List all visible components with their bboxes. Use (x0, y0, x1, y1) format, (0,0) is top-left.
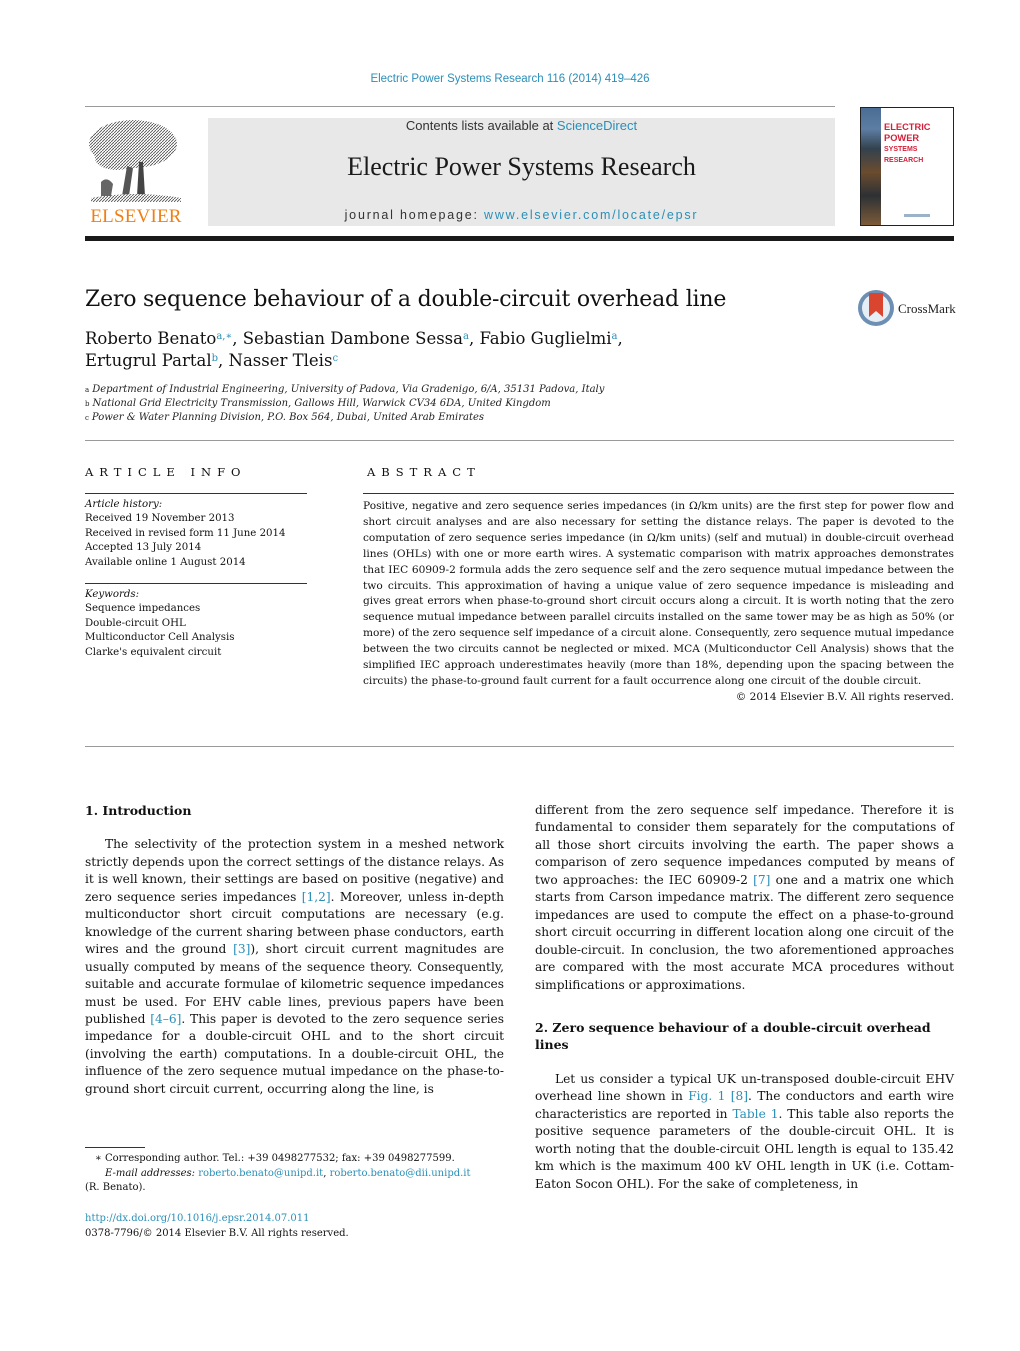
keywords: Keywords: Sequence impedances Double-cir… (85, 588, 315, 660)
author-name[interactable]: Sebastian Dambone Sessa (243, 329, 463, 348)
author-list: Roberto Benatoa,∗, Sebastian Dambone Ses… (85, 328, 785, 372)
abstract-text: Positive, negative and zero sequence ser… (363, 500, 954, 687)
article-title: Zero sequence behaviour of a double-circ… (85, 287, 727, 312)
footnote-divider (85, 1147, 145, 1148)
keywords-divider (85, 583, 307, 584)
author-name[interactable]: Nasser Tleis (229, 351, 333, 370)
homepage-prefix: journal homepage: (344, 208, 485, 222)
body-paragraph: The selectivity of the protection system… (85, 836, 504, 1098)
figure-link[interactable]: Fig. 1 (688, 1089, 725, 1103)
author-separator: , (617, 329, 623, 348)
abstract-divider (363, 493, 954, 494)
email-line: E-mail addresses: roberto.benato@unipd.i… (85, 1167, 515, 1182)
affiliation-divider (85, 440, 954, 441)
header-thick-divider (85, 236, 954, 241)
keywords-label: Keywords: (85, 589, 140, 600)
table-link[interactable]: Table 1 (732, 1107, 778, 1121)
crossmark-button[interactable]: CrossMark (858, 290, 958, 330)
journal-name: Electric Power Systems Research (347, 152, 696, 181)
affiliation-item: a Department of Industrial Engineering, U… (85, 383, 685, 397)
footnote-marker: ∗ (95, 1153, 102, 1164)
citation-link[interactable]: [1,2] (302, 890, 331, 904)
affiliation-key: b (85, 400, 90, 408)
section-heading-introduction: 1. Introduction (85, 803, 192, 818)
email-label: E-mail addresses: (105, 1167, 196, 1179)
author-name[interactable]: Fabio Guglielmi (479, 329, 611, 348)
affiliations: a Department of Industrial Engineering, U… (85, 383, 685, 425)
doi-block: http://dx.doi.org/10.1016/j.epsr.2014.07… (85, 1212, 349, 1241)
cover-title: ELECTRIC POWER SYSTEMS RESEARCH (884, 122, 953, 166)
cover-title-line2: SYSTEMS RESEARCH (884, 146, 924, 164)
citation-link[interactable]: [3] (233, 942, 250, 956)
elsevier-logo[interactable]: ELSEVIER (85, 116, 187, 228)
body-paragraph: Let us consider a typical UK un-transpos… (535, 1071, 954, 1193)
citation-link[interactable]: [4–6] (150, 1012, 181, 1026)
affiliation-key: c (85, 414, 89, 422)
elsevier-tree-icon (89, 120, 181, 202)
history-item: Received in revised form 11 June 2014 (85, 527, 286, 539)
cover-publisher-mark (904, 214, 930, 217)
author-affiliation-marker[interactable]: a,∗ (216, 331, 232, 342)
body-column-left: 1. Introduction The selectivity of the p… (85, 802, 504, 1098)
abstract-copyright: © 2014 Elsevier B.V. All rights reserved… (735, 690, 954, 703)
issn-copyright: 0378-7796/© 2014 Elsevier B.V. All right… (85, 1227, 349, 1239)
email-link[interactable]: roberto.benato@dii.unipd.it (330, 1168, 471, 1179)
author-separator: , (218, 351, 229, 370)
history-item: Received 19 November 2013 (85, 513, 235, 525)
body-column-right: different from the zero sequence self im… (535, 802, 954, 1193)
article-history: Article history: Received 19 November 20… (85, 498, 315, 570)
author-affiliation-marker[interactable]: a (463, 331, 469, 342)
cover-title-line1: ELECTRIC POWER (884, 122, 931, 143)
author-name[interactable]: Ertugrul Partal (85, 351, 212, 370)
keyword-item: Clarke's equivalent circuit (85, 646, 222, 658)
author-affiliation-marker[interactable]: b (212, 353, 218, 364)
affiliation-text: National Grid Electricity Transmission, … (92, 398, 551, 409)
author-name[interactable]: Roberto Benato (85, 329, 216, 348)
sciencedirect-link[interactable]: ScienceDirect (557, 118, 637, 133)
journal-citation-link[interactable]: Electric Power Systems Research 116 (201… (0, 73, 1020, 85)
article-info-heading: ARTICLE INFO (85, 465, 247, 479)
journal-banner: Contents lists available at ScienceDirec… (208, 118, 835, 226)
author-affiliation-marker[interactable]: a (612, 331, 618, 342)
keyword-item: Double-circuit OHL (85, 617, 186, 629)
contents-prefix: Contents lists available at (405, 118, 557, 133)
journal-homepage: journal homepage: www.elsevier.com/locat… (208, 208, 835, 222)
keyword-item: Sequence impedances (85, 603, 201, 615)
homepage-link[interactable]: www.elsevier.com/locate/epsr (484, 208, 698, 222)
contents-line: Contents lists available at ScienceDirec… (208, 118, 835, 133)
section-heading-2: 2. Zero sequence behaviour of a double-c… (535, 1019, 931, 1053)
abstract-heading: ABSTRACT (367, 465, 481, 479)
email-owner: (R. Benato). (85, 1182, 146, 1194)
affiliation-item: c Power & Water Planning Division, P.O. B… (85, 411, 685, 425)
email-link[interactable]: roberto.benato@unipd.it (198, 1168, 323, 1179)
citation-link[interactable]: [7] (753, 873, 770, 887)
journal-cover-thumbnail[interactable]: ELECTRIC POWER SYSTEMS RESEARCH (860, 107, 954, 226)
affiliation-item: b National Grid Electricity Transmission,… (85, 397, 685, 411)
history-label: Article history: (85, 499, 163, 510)
author-separator: , (468, 329, 480, 348)
affiliation-key: a (85, 386, 90, 394)
footnote-text: Corresponding author. Tel.: +39 04982775… (101, 1153, 455, 1164)
doi-link[interactable]: http://dx.doi.org/10.1016/j.epsr.2014.07… (85, 1213, 310, 1224)
history-item: Accepted 13 July 2014 (85, 542, 202, 554)
cover-image-strip (861, 108, 881, 225)
corresponding-author-footnote: ∗ Corresponding author. Tel.: +39 049827… (85, 1152, 515, 1196)
article-info-divider (85, 493, 307, 494)
author-affiliation-marker[interactable]: c (332, 353, 338, 364)
affiliation-text: Department of Industrial Engineering, Un… (92, 384, 605, 395)
history-item: Available online 1 August 2014 (85, 556, 246, 568)
abstract-end-divider (85, 746, 954, 747)
abstract: Positive, negative and zero sequence ser… (363, 499, 954, 706)
crossmark-label: CrossMark (898, 301, 956, 316)
citation-link[interactable]: [8] (731, 1089, 748, 1103)
body-paragraph-continued: different from the zero sequence self im… (535, 802, 954, 994)
author-separator: , (232, 329, 243, 348)
footnote-line: ∗ Corresponding author. Tel.: +39 049827… (85, 1152, 515, 1167)
keyword-item: Multiconductor Cell Analysis (85, 632, 235, 644)
elsevier-wordmark: ELSEVIER (90, 206, 182, 227)
paragraph-text: one and a matrix one which starts from C… (535, 872, 954, 992)
affiliation-text: Power & Water Planning Division, P.O. Bo… (91, 412, 485, 423)
header-divider (85, 106, 835, 107)
